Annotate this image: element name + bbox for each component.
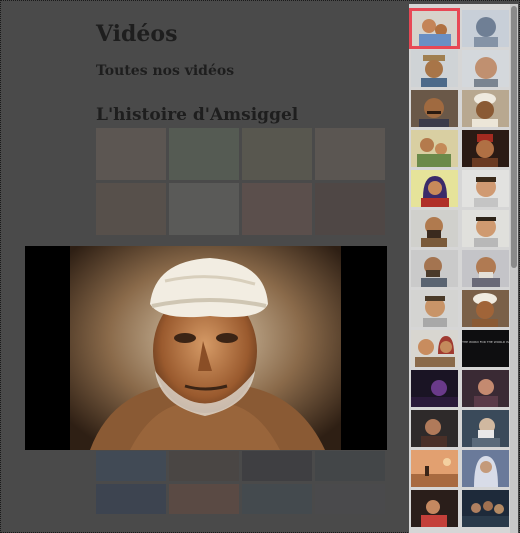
thumb-mother-child[interactable]	[409, 8, 460, 49]
section-heading: L'histoire d'Amsiggel	[96, 105, 299, 125]
thumb-man-sketch[interactable]	[462, 10, 509, 47]
thumb-man-mustache[interactable]	[411, 90, 458, 127]
background-thumbnail[interactable]	[96, 484, 166, 514]
background-thumbnail[interactable]	[242, 183, 312, 235]
background-thumbnail[interactable]	[169, 183, 239, 235]
turban-man-portrait	[70, 246, 341, 450]
thumb-film-old-man[interactable]	[462, 410, 509, 447]
thumb-man-hat[interactable]	[411, 50, 458, 87]
background-thumbnail[interactable]	[315, 183, 385, 235]
thumb-film-desert[interactable]	[411, 450, 458, 487]
thumbnail-sidebar[interactable]: THE WORD FOR THE WORLD IS	[409, 4, 510, 533]
background-thumbnail[interactable]	[315, 451, 385, 481]
thumb-man-beard-sketch[interactable]	[411, 250, 458, 287]
thumb-film-bride[interactable]	[411, 490, 458, 527]
thumb-bearded-man[interactable]	[411, 210, 458, 247]
thumb-film-night[interactable]	[411, 370, 458, 407]
thumb-man-red-hat[interactable]	[462, 130, 509, 167]
background-thumbnail[interactable]	[242, 451, 312, 481]
thumb-man-white-turban[interactable]	[462, 290, 509, 327]
scrollbar-thumb[interactable]	[511, 6, 517, 268]
thumb-man-sketch-2[interactable]	[411, 290, 458, 327]
page-title: Vidéos	[96, 21, 178, 47]
background-thumbnail[interactable]	[96, 128, 166, 180]
thumb-man-turban-sketch[interactable]	[462, 90, 509, 127]
thumb-young-man-2[interactable]	[462, 210, 509, 247]
background-thumbnail[interactable]	[242, 128, 312, 180]
page-subtitle[interactable]: Toutes nos vidéos	[96, 63, 234, 79]
background-thumbnail[interactable]	[96, 183, 166, 235]
background-thumbnail[interactable]	[242, 484, 312, 514]
background-thumbnail[interactable]	[96, 451, 166, 481]
thumb-woman-headscarf[interactable]	[411, 170, 458, 207]
lightbox-image	[70, 246, 341, 450]
background-video-grid	[96, 128, 385, 235]
thumb-woman-child[interactable]	[411, 130, 458, 167]
thumb-credits[interactable]: THE WORD FOR THE WORLD IS	[462, 330, 509, 367]
thumb-film-veiled-woman[interactable]	[462, 450, 509, 487]
background-thumbnail[interactable]	[169, 451, 239, 481]
thumb-film-crowd[interactable]	[462, 490, 509, 527]
background-thumbnail[interactable]	[169, 484, 239, 514]
thumb-film-woman[interactable]	[462, 370, 509, 407]
background-video-grid-lower	[96, 451, 385, 514]
background-thumbnail[interactable]	[169, 128, 239, 180]
thumb-young-man[interactable]	[462, 170, 509, 207]
lightbox-viewer[interactable]	[25, 246, 387, 450]
thumb-old-man[interactable]	[462, 250, 509, 287]
sidebar-scrollbar[interactable]	[510, 4, 518, 533]
background-thumbnail[interactable]	[315, 128, 385, 180]
thumb-couple[interactable]	[411, 330, 458, 367]
thumb-bald-man[interactable]	[462, 50, 509, 87]
thumbnail-grid: THE WORD FOR THE WORLD IS	[409, 8, 509, 527]
credits-caption: THE WORD FOR THE WORLD IS	[462, 340, 509, 344]
background-thumbnail[interactable]	[315, 484, 385, 514]
thumb-film-woman-2[interactable]	[411, 410, 458, 447]
